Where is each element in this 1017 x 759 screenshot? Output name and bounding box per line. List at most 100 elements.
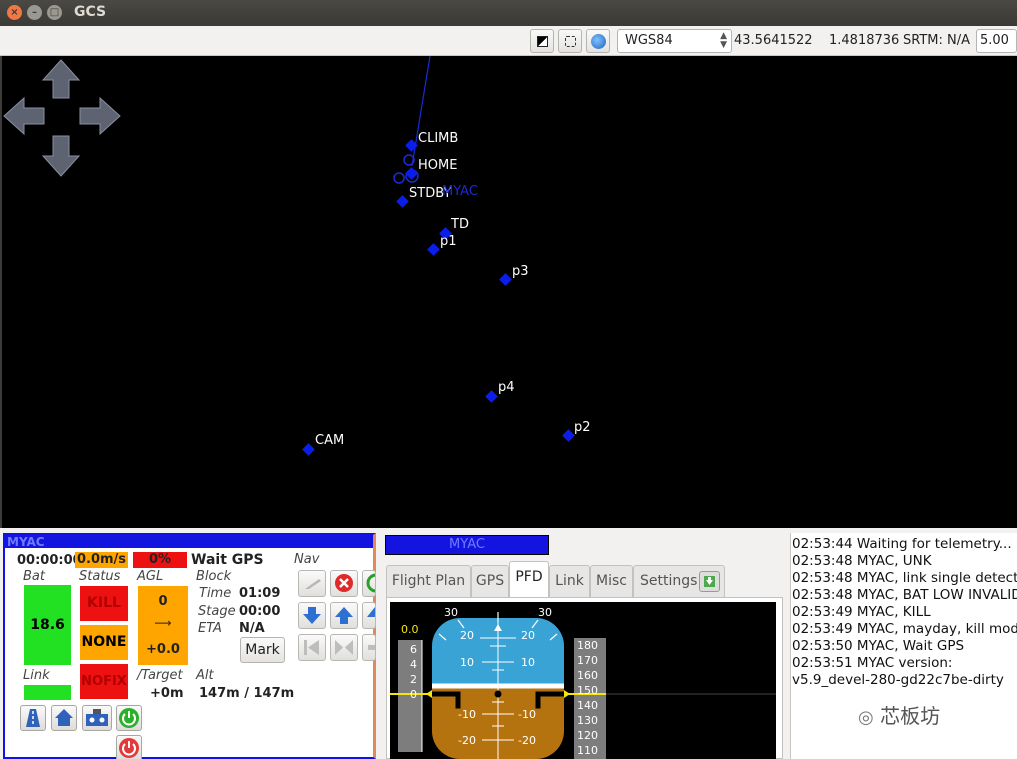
waypoint-label: HOME <box>418 158 458 173</box>
takeoff-button[interactable] <box>298 570 326 597</box>
tab-link[interactable]: Link <box>549 565 590 597</box>
vz-tick: 4 <box>410 658 417 671</box>
aircraft-track-line <box>411 56 431 167</box>
flight-time: 00:00:00 <box>17 553 82 568</box>
console-message: 02:53:51 MYAC version: <box>792 655 953 671</box>
tab-flight-plan[interactable]: Flight Plan <box>386 565 471 597</box>
waypoint-p3-marker[interactable] <box>499 273 512 286</box>
rc-status: NONE <box>80 625 128 660</box>
vz-readout: 0.0 <box>401 623 419 636</box>
eta-value: N/A <box>239 621 265 636</box>
waypoint-p2-marker[interactable] <box>562 429 575 442</box>
climb-rate: +0.0 <box>146 642 180 657</box>
tab-misc[interactable]: Misc <box>590 565 633 597</box>
console-message: 02:53:49 MYAC, KILL <box>792 604 931 620</box>
layer-toggle-button[interactable] <box>530 29 554 53</box>
waypoint-cam-marker[interactable] <box>302 443 315 456</box>
aircraft-tab[interactable]: MYAC <box>385 535 549 555</box>
home-button[interactable] <box>51 705 77 731</box>
climb-arrow-icon: ⟶ <box>154 616 172 630</box>
pitch-mark: -20 <box>518 734 536 747</box>
up-button[interactable] <box>330 602 358 629</box>
strip-ac-name: MYAC <box>7 535 45 549</box>
alt-label: Alt <box>196 668 214 683</box>
google-maps-button[interactable] <box>586 29 610 53</box>
eta-label: ETA <box>198 621 222 636</box>
waypoint-label: p2 <box>574 420 591 435</box>
alt-tick: 150 <box>577 684 598 697</box>
vz-tick: 2 <box>410 673 417 686</box>
center-button[interactable] <box>330 634 358 661</box>
mark-button[interactable]: Mark <box>240 637 285 663</box>
target-value: +0m <box>150 686 184 701</box>
watermark-text: 芯板坊 <box>880 704 941 728</box>
ground-speed: 0.0m/s <box>75 552 128 568</box>
window-maximize-button[interactable]: □ <box>47 5 62 20</box>
block-label: Block <box>196 569 232 584</box>
window-minimize-button[interactable]: – <box>27 5 42 20</box>
skip-forward-button[interactable] <box>362 634 376 661</box>
pitch-mark: -10 <box>458 708 476 721</box>
power-on-button[interactable] <box>116 705 142 731</box>
roll-mark: 30 <box>538 606 552 619</box>
layers-icon <box>537 36 548 47</box>
gps-status: NOFIX <box>80 664 128 699</box>
pan-left-icon[interactable] <box>3 96 45 136</box>
latitude-readout: 43.5641522 <box>734 33 813 48</box>
waypoint-label: p3 <box>512 264 529 279</box>
agl-gauge: 0 ⟶ +0.0 <box>138 586 188 665</box>
console-message: 02:53:44 Waiting for telemetry... <box>792 536 1012 552</box>
fullscreen-icon <box>565 36 576 47</box>
status-label: Status <box>79 569 121 584</box>
pan-up-icon[interactable] <box>41 59 81 99</box>
waypoint-stdby-marker[interactable] <box>396 195 409 208</box>
ap-mode: Wait GPS <box>191 552 264 568</box>
stage-label: Stage <box>198 604 236 619</box>
alt-tick: 110 <box>577 744 598 757</box>
down-button[interactable] <box>298 602 326 629</box>
pan-down-icon[interactable] <box>41 135 81 177</box>
window-close-button[interactable]: × <box>7 5 22 20</box>
projection-value: WGS84 <box>625 33 673 48</box>
resurrect-button[interactable] <box>362 570 376 597</box>
forward-button[interactable] <box>362 602 376 629</box>
camera-button[interactable] <box>82 705 112 731</box>
tab-pfd[interactable]: PFD <box>509 561 549 598</box>
strip-header: MYAC <box>5 535 373 551</box>
agl-label: AGL <box>137 569 164 584</box>
agl-value: 0 <box>158 594 168 609</box>
flight-plan-button[interactable] <box>20 705 46 731</box>
kill-button[interactable] <box>330 570 358 597</box>
block-time: 01:09 <box>239 586 281 601</box>
vz-tick: 6 <box>410 643 417 656</box>
waypoint-label: p4 <box>498 380 515 395</box>
console-message: 02:53:49 MYAC, mayday, kill mode <box>792 621 1017 637</box>
map-canvas[interactable]: CLIMB HOME STDBY MYAC TD p1 p3 p4 p2 CAM <box>2 56 1017 528</box>
waypoint-p4-marker[interactable] <box>485 390 498 403</box>
kill-status: KILL <box>80 586 128 621</box>
waypoint-p1-marker[interactable] <box>427 243 440 256</box>
time-label: Time <box>199 586 232 601</box>
fit-view-button[interactable] <box>558 29 582 53</box>
tab-settings-label: Settings <box>640 573 698 589</box>
waypoint-label: CAM <box>315 433 345 448</box>
waypoint-label: CLIMB <box>418 131 459 146</box>
srtm-readout: SRTM: N/A <box>903 33 971 48</box>
download-icon[interactable] <box>699 571 720 592</box>
window-titlebar: × – □ GCS <box>0 0 1017 26</box>
waypoint-label: TD <box>451 217 469 232</box>
pitch-mark: -10 <box>518 708 536 721</box>
tab-gps[interactable]: GPS <box>471 565 509 597</box>
projection-select[interactable]: WGS84 ▲ ▼ <box>617 29 732 53</box>
aircraft-icon <box>393 172 405 184</box>
link-gauge <box>24 685 71 700</box>
power-off-button[interactable] <box>116 735 142 759</box>
alt-tick: 120 <box>577 729 598 742</box>
tab-settings[interactable]: Settings <box>633 565 725 597</box>
pan-right-icon[interactable] <box>79 96 121 136</box>
zoom-spinbox[interactable]: 5.00 <box>976 29 1017 53</box>
alt-tick: 180 <box>577 639 598 652</box>
pitch-mark: 10 <box>521 656 535 669</box>
skip-back-button[interactable] <box>298 634 326 661</box>
alt-tick: 170 <box>577 654 598 667</box>
